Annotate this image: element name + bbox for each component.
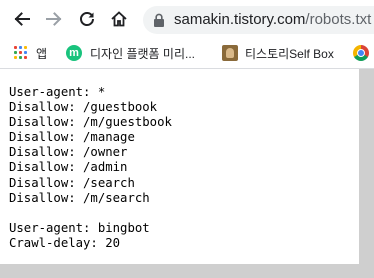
browser-toolbar: samakin.tistory.com/robots.txt (0, 0, 374, 38)
robots-line: Disallow: /owner (9, 145, 128, 160)
bookmark-label: 티스토리Self Box (245, 46, 334, 61)
url-path: /robots.txt (305, 11, 372, 28)
bookmarks-bar: 앱 m 디자인 플랫폼 미리... 티스토리Self Box (0, 38, 374, 69)
robots-line: User-agent: bingbot (9, 220, 150, 235)
page-content: User-agent: * Disallow: /guestbook Disallo… (0, 69, 359, 264)
tistory-favicon-icon (222, 45, 238, 61)
chrome-icon (353, 45, 369, 61)
apps-grid-dot (24, 51, 27, 54)
bookmark-chrome[interactable] (353, 43, 369, 63)
home-icon (111, 11, 127, 27)
arrow-left-icon (14, 12, 30, 26)
forward-button[interactable] (42, 7, 66, 31)
reload-icon (80, 12, 94, 27)
bookmark-tistory[interactable]: 티스토리Self Box (222, 43, 334, 63)
robots-line: Disallow: /manage (9, 130, 135, 145)
robots-line: Disallow: /m/search (9, 190, 150, 205)
apps-grid-dot (14, 51, 17, 54)
url-host: samakin.tistory.com (174, 11, 306, 28)
bookmark-label: 디자인 플랫폼 미리... (90, 46, 195, 61)
robots-line: Crawl-delay: 20 (9, 235, 121, 250)
apps-grid-dot (14, 56, 17, 59)
apps-grid-dot (24, 46, 27, 49)
bookmark-label: 앱 (36, 46, 48, 61)
bookmark-design-platform[interactable]: m 디자인 플랫폼 미리... (66, 43, 195, 63)
reload-button[interactable] (75, 7, 99, 31)
robots-line: Disallow: /m/guestbook (9, 115, 172, 130)
robots-line: Disallow: /search (9, 175, 135, 190)
robots-txt-content: User-agent: * Disallow: /guestbook Disallo… (9, 85, 172, 251)
robots-line: User-agent: * (9, 85, 106, 99)
lock-icon[interactable] (153, 13, 165, 27)
url-text[interactable]: samakin.tistory.com/robots.txt (174, 12, 371, 28)
apps-grid-dot (19, 56, 22, 59)
apps-grid-dot (19, 46, 22, 49)
home-button[interactable] (107, 7, 131, 31)
apps-grid-dot (14, 46, 17, 49)
robots-line (9, 206, 172, 221)
apps-grid-dot (19, 51, 22, 54)
m-logo-icon: m (66, 45, 82, 61)
robots-line: Disallow: /admin (9, 160, 128, 175)
back-button[interactable] (10, 7, 34, 31)
address-bar[interactable]: samakin.tistory.com/robots.txt (143, 6, 374, 34)
bookmark-apps[interactable]: 앱 (14, 43, 47, 63)
apps-grid-dot (24, 56, 27, 59)
apps-grid-icon (14, 46, 28, 60)
arrow-right-icon (46, 12, 62, 26)
browser-window: samakin.tistory.com/robots.txt 앱 m 디자인 플… (0, 0, 374, 278)
robots-line: Disallow: /guestbook (9, 100, 158, 115)
